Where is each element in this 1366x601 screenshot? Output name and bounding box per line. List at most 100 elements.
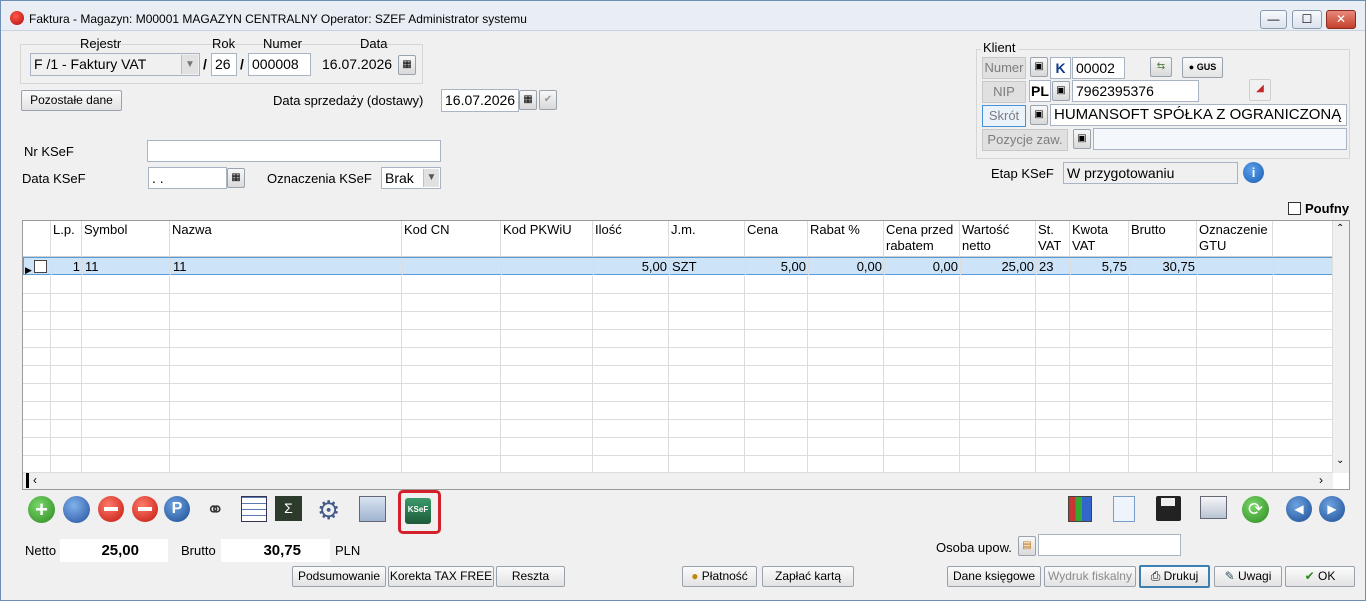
lock-icon-2[interactable]: ▣ <box>1052 81 1070 101</box>
row-indicator[interactable]: ▶ <box>24 258 52 275</box>
gus-button[interactable]: ● GUS <box>1182 57 1223 78</box>
scroll-up-icon[interactable]: ⌃ <box>1336 223 1344 234</box>
delete-checked-icon[interactable] <box>132 496 158 522</box>
wydruk-fiskalny-button[interactable]: Wydruk fiskalny <box>1044 566 1136 587</box>
maximize-button[interactable]: ☐ <box>1292 10 1322 29</box>
table-view-icon[interactable] <box>241 496 267 522</box>
document-icon[interactable] <box>1113 496 1135 522</box>
col-header-st-vat[interactable]: St. VAT <box>1036 221 1070 257</box>
empty-table-row[interactable] <box>23 438 1333 456</box>
add-icon[interactable]: + <box>28 496 55 523</box>
lock-icon-4[interactable]: ▣ <box>1073 129 1091 149</box>
previous-icon[interactable]: ◀ <box>1286 496 1312 522</box>
osoba-upow-field[interactable] <box>1038 534 1181 556</box>
column-separator <box>500 402 501 419</box>
nr-ksef-field[interactable] <box>147 140 441 162</box>
calendar-ksef-icon[interactable]: ▦ <box>227 168 245 188</box>
refresh-icon[interactable]: ⟳ <box>1242 496 1269 523</box>
sigma-icon[interactable]: Σ <box>275 496 302 521</box>
dane-ksiegowe-button[interactable]: Dane księgowe <box>947 566 1041 587</box>
chevron-down-icon-2[interactable]: ▼ <box>423 169 439 187</box>
col-header-rabat[interactable]: Rabat % <box>808 221 884 257</box>
empty-table-row[interactable] <box>23 312 1333 330</box>
scroll-right-icon[interactable]: › <box>1319 473 1323 487</box>
skrot-field[interactable]: HUMANSOFT SPÓŁKA Z OGRANICZONĄ O <box>1050 104 1347 126</box>
handshake-icon[interactable]: ⇆ <box>1150 57 1172 77</box>
rejestr-select[interactable]: F /1 - Faktury VAT ▼ <box>30 53 200 76</box>
lock-icon[interactable]: ▣ <box>1030 57 1048 77</box>
row-checkbox[interactable] <box>34 260 47 273</box>
gears-icon[interactable]: ⚙ <box>317 496 347 526</box>
pozostale-dane-button[interactable]: Pozostałe dane <box>21 90 122 111</box>
col-header-cena[interactable]: Cena <box>745 221 808 257</box>
table-row[interactable]: ▶ 1 11 11 5,00 SZT 5,00 0,00 0,00 25,00 … <box>23 257 1333 275</box>
empty-table-row[interactable] <box>23 330 1333 348</box>
empty-table-row[interactable] <box>23 420 1333 438</box>
scroll-thumb[interactable] <box>26 473 29 488</box>
minimize-button[interactable]: — <box>1260 10 1287 29</box>
ok-button[interactable]: ✔ OK <box>1285 566 1355 587</box>
chevron-down-icon[interactable]: ▼ <box>181 55 198 74</box>
col-header-kod-pkwiu[interactable]: Kod PKWiU <box>501 221 593 257</box>
numer-client-button[interactable]: Numer <box>982 57 1026 79</box>
col-header-symbol[interactable]: Symbol <box>82 221 170 257</box>
binoculars-icon[interactable]: ⚭ <box>206 496 236 526</box>
horizontal-scrollbar[interactable]: ‹ › <box>23 472 1333 489</box>
client-numer-field[interactable]: 00002 <box>1072 57 1125 79</box>
copy-icon[interactable] <box>1200 496 1227 519</box>
nip-field[interactable]: 7962395376 <box>1072 80 1199 102</box>
col-header-lp[interactable]: L.p. <box>51 221 82 257</box>
col-header-kwota-vat[interactable]: Kwota VAT <box>1070 221 1129 257</box>
poufny-checkbox[interactable] <box>1288 202 1301 215</box>
info-icon[interactable]: i <box>1243 162 1264 183</box>
oznaczenia-ksef-select[interactable]: Brak ▼ <box>381 167 441 189</box>
zaplac-karta-button[interactable]: Zapłać kartą <box>762 566 854 587</box>
col-header-nazwa[interactable]: Nazwa <box>170 221 402 257</box>
nip-button[interactable]: NIP <box>982 81 1026 103</box>
flag-icon[interactable]: ◢ <box>1249 79 1271 101</box>
next-icon[interactable]: ▶ <box>1319 496 1345 522</box>
korekta-tax-free-button[interactable]: Korekta TAX FREE <box>388 566 494 587</box>
close-button[interactable]: ✕ <box>1326 10 1356 29</box>
scroll-left-icon[interactable]: ‹ <box>33 473 37 487</box>
col-header-kod-cn[interactable]: Kod CN <box>402 221 501 257</box>
empty-table-row[interactable] <box>23 348 1333 366</box>
chart-icon[interactable] <box>1068 496 1092 522</box>
numer-field[interactable]: 000008 <box>248 53 311 76</box>
col-header-brutto[interactable]: Brutto <box>1129 221 1197 257</box>
calendar-icon[interactable]: ▦ <box>398 55 416 75</box>
pozycje-zaw-field[interactable] <box>1093 128 1347 150</box>
delete-icon[interactable] <box>98 496 124 522</box>
data-ksef-field[interactable]: . . <box>148 167 227 189</box>
col-header-gtu[interactable]: Oznaczenie GTU <box>1197 221 1273 257</box>
col-header-ilosc[interactable]: Ilość <box>593 221 669 257</box>
empty-table-row[interactable] <box>23 294 1333 312</box>
reszta-button[interactable]: Reszta <box>496 566 565 587</box>
data-sprzedazy-field[interactable]: 16.07.2026 <box>441 89 519 112</box>
podsumowanie-button[interactable]: Podsumowanie <box>292 566 386 587</box>
empty-table-row[interactable] <box>23 384 1333 402</box>
pozycje-zaw-button[interactable]: Pozycje zaw. <box>982 129 1068 151</box>
uwagi-button[interactable]: ✎ Uwagi <box>1214 566 1282 587</box>
check-icon[interactable]: ✔ <box>539 90 557 110</box>
empty-table-row[interactable] <box>23 402 1333 420</box>
preview-icon[interactable] <box>63 496 90 523</box>
items-grid[interactable]: L.p. Symbol Nazwa Kod CN Kod PKWiU Ilość… <box>22 220 1350 490</box>
scroll-down-icon[interactable]: ⌄ <box>1336 455 1344 466</box>
calendar-sprzedazy-icon[interactable]: ▦ <box>519 90 537 110</box>
drukuj-button[interactable]: ⎙ Drukuj <box>1139 565 1210 588</box>
vertical-scrollbar[interactable]: ⌃ ⌄ <box>1332 221 1349 473</box>
col-header-wartosc-netto[interactable]: Wartość netto <box>960 221 1036 257</box>
col-header-cena-przed-rabatem[interactable]: Cena przed rabatem <box>884 221 960 257</box>
save-icon[interactable] <box>1156 496 1181 521</box>
document-export-icon[interactable] <box>359 496 386 522</box>
empty-table-row[interactable] <box>23 366 1333 384</box>
col-header-jm[interactable]: J.m. <box>669 221 745 257</box>
lock-icon-3[interactable]: ▣ <box>1030 105 1048 125</box>
empty-table-row[interactable] <box>23 276 1333 294</box>
p-icon[interactable]: P <box>164 496 190 522</box>
rok-field[interactable]: 26 <box>211 53 237 76</box>
platnosc-button[interactable]: ● Płatność <box>682 566 757 587</box>
person-icon[interactable]: ▤ <box>1018 536 1036 556</box>
skrot-button[interactable]: Skrót <box>982 105 1026 127</box>
